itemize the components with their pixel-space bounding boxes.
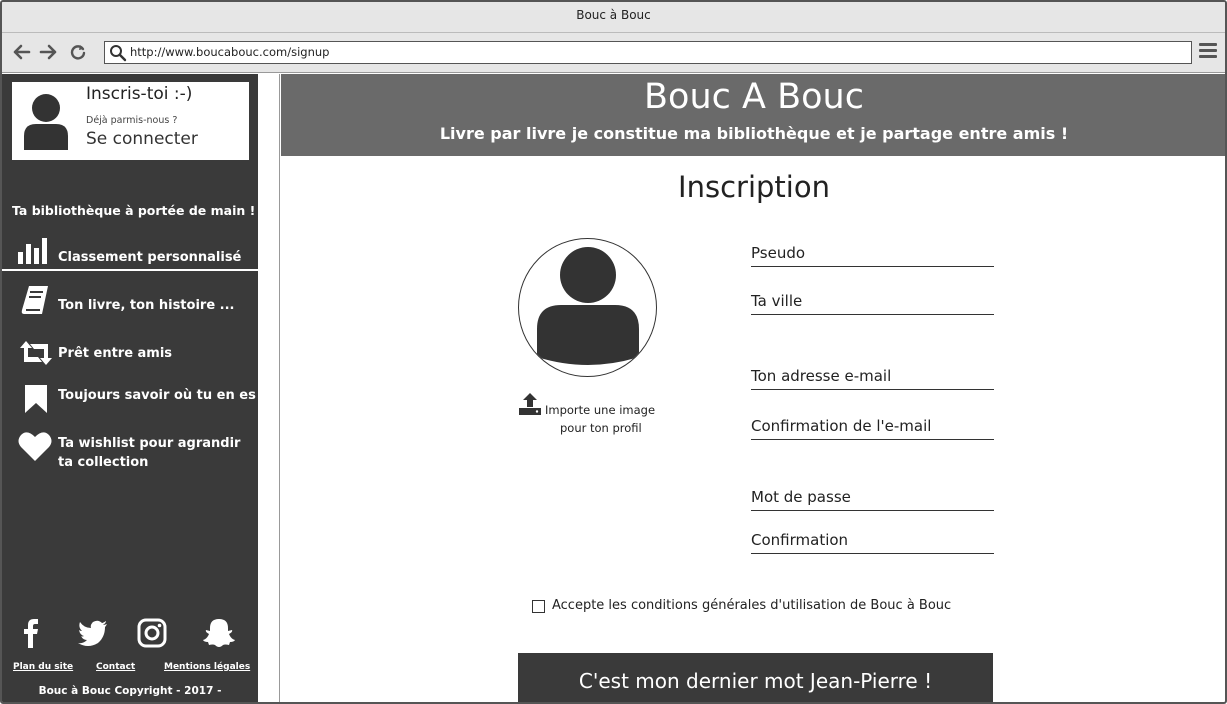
page-title: Inscription — [678, 170, 830, 204]
social-links — [2, 616, 258, 650]
contact-link[interactable]: Contact — [96, 662, 135, 672]
pseudo-field[interactable]: Pseudo — [751, 239, 994, 267]
sidebar-item-wishlist[interactable]: Ta wishlist pour agrandir ta collection — [2, 430, 258, 478]
browser-window: Bouc à Bouc http://www.boucabouc.com/sig… — [0, 0, 1227, 704]
legal-link[interactable]: Mentions légales — [164, 662, 250, 672]
sidebar-item-progress[interactable]: Toujours savoir où tu en es — [2, 382, 258, 422]
facebook-icon[interactable] — [16, 616, 46, 650]
sidebar-item-label: Prêt entre amis — [58, 346, 173, 361]
twitter-icon[interactable] — [76, 616, 110, 650]
city-field[interactable]: Ta ville — [751, 287, 994, 315]
site-title: Bouc A Bouc — [644, 77, 864, 117]
terms-label: Accepte les conditions générales d'utili… — [552, 598, 952, 613]
bookmark-icon — [25, 385, 47, 413]
login-link[interactable]: Se connecter — [86, 129, 198, 149]
reload-icon[interactable] — [68, 42, 88, 62]
upload-label-line2: pour ton profil — [560, 421, 642, 435]
email-field-label: Ton adresse e-mail — [751, 367, 892, 385]
user-icon — [24, 94, 68, 150]
site-subtitle: Livre par livre je constitue ma biblioth… — [439, 124, 1069, 143]
instagram-icon[interactable] — [136, 616, 168, 650]
sidebar-item-lending[interactable]: Prêt entre amis — [2, 338, 258, 378]
book-icon — [21, 286, 48, 314]
signup-heading: Inscris-toi :-) — [86, 84, 193, 104]
email-confirm-field-label: Confirmation de l'e-mail — [751, 417, 932, 435]
heart-icon — [18, 432, 52, 461]
profile-picture-placeholder[interactable] — [518, 238, 657, 377]
submit-button[interactable]: C'est mon dernier mot Jean-Pierre ! — [518, 653, 993, 702]
pseudo-field-label: Pseudo — [751, 244, 806, 262]
upload-label-line1: Importe une image — [545, 403, 656, 417]
email-field[interactable]: Ton adresse e-mail — [751, 362, 994, 390]
upload-icon — [519, 393, 541, 415]
sitemap-link[interactable]: Plan du site — [13, 662, 73, 672]
bar-chart-icon — [18, 238, 47, 264]
search-icon — [110, 45, 127, 62]
address-bar[interactable]: http://www.boucabouc.com/signup — [104, 41, 1192, 64]
terms-checkbox[interactable] — [532, 600, 545, 613]
url-text: http://www.boucabouc.com/signup — [130, 45, 330, 59]
sidebar-item-label-line2: ta collection — [58, 455, 149, 470]
scroll-gutter — [258, 74, 280, 702]
password-field[interactable]: Mot de passe — [751, 483, 994, 511]
site-header: Bouc A Bouc Livre par livre je constitue… — [281, 74, 1225, 156]
sidebar-item-label: Toujours savoir où tu en es — [58, 388, 256, 403]
retweet-icon — [20, 341, 52, 365]
sidebar-item-label: Ta wishlist pour agrandir — [58, 436, 241, 451]
sidebar-item-label: Classement personnalisé — [58, 250, 242, 265]
password-field-label: Mot de passe — [751, 488, 851, 506]
footer-links: Plan du site Contact Mentions légales — [2, 662, 258, 676]
sidebar-item-ranking[interactable]: Classement personnalisé — [2, 234, 258, 271]
city-field-label: Ta ville — [751, 292, 803, 310]
back-arrow-icon[interactable] — [12, 42, 32, 62]
snapchat-icon[interactable] — [202, 616, 236, 650]
sidebar-tagline: Ta bibliothèque à portée de main ! — [12, 203, 256, 218]
copyright-text: Bouc à Bouc Copyright - 2017 - — [38, 685, 222, 697]
browser-navbar: http://www.boucabouc.com/signup — [2, 33, 1225, 73]
window-titlebar: Bouc à Bouc — [2, 2, 1225, 33]
email-confirm-field[interactable]: Confirmation de l'e-mail — [751, 412, 994, 440]
login-box: Inscris-toi :-) Déjà parmis-nous ? Se co… — [12, 82, 249, 160]
password-confirm-field[interactable]: Confirmation — [751, 526, 994, 554]
browser-menu-icon[interactable] — [1199, 43, 1217, 61]
already-member-text: Déjà parmis-nous ? — [86, 115, 178, 126]
password-confirm-field-label: Confirmation — [751, 531, 849, 549]
sidebar-item-label: Ton livre, ton histoire ... — [58, 298, 235, 313]
sidebar: Inscris-toi :-) Déjà parmis-nous ? Se co… — [2, 74, 258, 702]
user-icon — [537, 247, 639, 365]
sidebar-item-story[interactable]: Ton livre, ton histoire ... — [2, 284, 258, 324]
upload-profile-image-button[interactable]: Importe une image pour ton profil — [516, 392, 666, 436]
forward-arrow-icon[interactable] — [38, 42, 58, 62]
